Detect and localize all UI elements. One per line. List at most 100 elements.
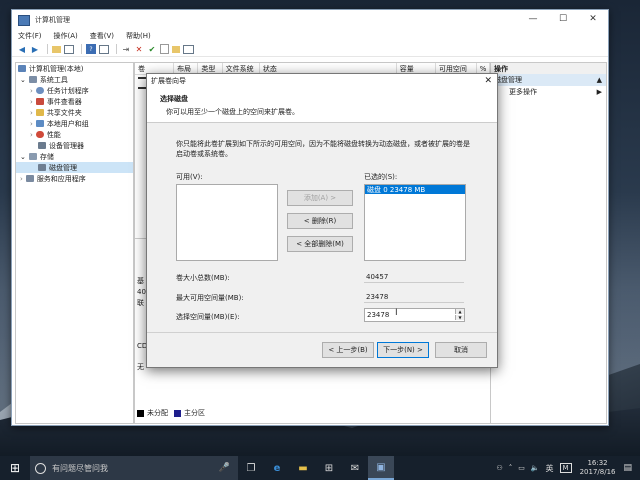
menu-action[interactable]: 操作(A) [54,31,78,41]
actions-more-label: 更多操作 [509,88,537,96]
windows-logo-icon: ⊞ [9,461,21,475]
select-space-stepper[interactable]: 23478 I ▲ ▼ [364,308,465,322]
search-folder-icon[interactable] [172,45,180,53]
menu-view[interactable]: 查看(V) [90,31,114,41]
selected-disk-item[interactable]: 磁盘 0 23478 MB [365,185,465,194]
expand-arrow-icon[interactable]: › [30,98,33,106]
disk-size-fragment: 40 [137,288,146,296]
file-explorer-icon[interactable]: ▬ [290,456,316,480]
actions-more[interactable]: 更多操作 ▶ [491,86,606,98]
show-tree-icon[interactable] [64,44,74,54]
menu-file[interactable]: 文件(F) [18,31,42,41]
console-icon[interactable] [183,44,194,54]
select-space-label: 选择空间量(MB)(E): [176,313,240,321]
tree-item-services[interactable]: › 服务和应用程序 [16,173,133,184]
properties-icon[interactable] [160,44,169,54]
tree-item-root[interactable]: 计算机管理(本地) [16,63,133,74]
actions-pane: 操作 磁盘管理 ▲ 更多操作 ▶ [490,62,607,424]
ime-mode-icon[interactable]: M [559,463,572,473]
wizard-titlebar[interactable]: 扩展卷向导 ✕ [147,74,497,88]
clock[interactable]: 16:32 2017/8/16 [580,459,616,477]
services-icon [25,175,34,182]
navigation-tree: 计算机管理(本地) ⌄ 系统工具 › 任务计划程序 › 事件查看器 › 共享文件… [15,62,134,424]
clock-date: 2017/8/16 [579,468,616,476]
close-button[interactable]: ✕ [578,10,608,28]
minimize-button[interactable]: — [518,10,548,28]
disk-row-fragment: 基 40 联 [137,276,146,309]
add-button[interactable]: 添加(A) > [287,190,353,206]
computer-icon [18,65,26,72]
cancel-button[interactable]: 取消 [435,342,487,358]
total-size-value: 40457 [364,271,464,283]
tree-item-performance[interactable]: › 性能 [16,129,133,140]
back-arrow-icon[interactable]: ◀ [17,44,27,54]
show-hidden-icons-icon[interactable]: ˄ [509,464,513,472]
task-view-icon[interactable]: ❐ [238,456,264,480]
select-space-input[interactable]: 23478 [367,311,389,319]
expand-arrow-icon[interactable]: › [30,131,33,139]
cortana-search-box[interactable]: 有问题尽管问我 🎤 [30,456,238,480]
stepper-up-icon[interactable]: ▲ [455,309,464,314]
tree-label: 存储 [39,152,54,161]
tree-label: 任务计划程序 [46,86,89,95]
action-center-icon[interactable]: ▤ [623,463,632,473]
available-label: 可用(V): [176,173,203,181]
tree-label: 计算机管理(本地) [29,64,84,73]
input-method-indicator[interactable]: 英 [546,463,554,474]
tree-item-device-manager[interactable]: 设备管理器 [16,140,133,151]
expand-arrow-icon[interactable]: › [30,87,33,95]
volume-icon[interactable]: 🔈 [531,464,540,472]
expand-arrow-icon[interactable]: › [30,109,33,117]
tree-item-event-viewer[interactable]: › 事件查看器 [16,96,133,107]
people-icon[interactable]: ⚇ [496,464,502,472]
clock-time: 16:32 [587,459,608,467]
tree-item-task-scheduler[interactable]: › 任务计划程序 [16,85,133,96]
performance-icon [35,131,44,138]
selected-label: 已选的(S): [364,173,398,181]
toolbar-separator [81,44,82,54]
maximize-button[interactable]: ☐ [548,10,578,28]
help-icon[interactable]: ? [86,44,96,54]
tree-item-shared-folders[interactable]: › 共享文件夹 [16,107,133,118]
menu-help[interactable]: 帮助(H) [126,31,151,41]
up-folder-icon[interactable] [52,45,61,53]
check-icon[interactable]: ✔ [147,44,157,54]
tree-item-disk-management[interactable]: 磁盘管理 [16,162,133,173]
collapse-up-icon[interactable]: ▲ [597,76,602,84]
start-button[interactable]: ⊞ [0,456,30,480]
forward-arrow-icon[interactable]: ▶ [30,44,40,54]
computer-management-icon [18,14,30,26]
network-icon[interactable]: ▭ [518,464,525,472]
collapse-arrow-icon[interactable]: ⌄ [20,76,26,84]
available-disks-list[interactable] [176,184,278,261]
expand-arrow-icon[interactable]: › [20,175,23,183]
tree-label: 系统工具 [39,75,68,84]
microphone-icon[interactable]: 🎤 [219,463,230,473]
tree-item-system-tools[interactable]: ⌄ 系统工具 [16,74,133,85]
edge-browser-icon[interactable]: e [264,456,290,480]
computer-management-taskbar-icon[interactable]: ▣ [368,456,394,480]
connect-icon[interactable]: ⇥ [121,44,131,54]
expand-arrow-icon[interactable]: › [30,120,33,128]
tree-item-local-users[interactable]: › 本地用户和组 [16,118,133,129]
delete-icon[interactable]: ✕ [134,44,144,54]
mail-icon[interactable]: ✉ [342,456,368,480]
back-button[interactable]: < 上一步(B) [322,342,374,358]
shared-folder-icon [35,109,44,116]
toolbar: ◀ ▶ ? ⇥ ✕ ✔ [12,42,608,57]
tree-label: 事件查看器 [46,97,82,106]
next-button[interactable]: 下一步(N) > [377,342,429,358]
collapse-arrow-icon[interactable]: ⌄ [20,153,26,161]
clock-icon [35,87,44,94]
stepper-down-icon[interactable]: ▼ [455,315,464,320]
actions-section-disk-management[interactable]: 磁盘管理 ▲ [491,74,606,86]
text-cursor-icon: I [395,308,398,318]
store-icon[interactable]: ⊞ [316,456,342,480]
list-view-icon[interactable] [99,44,109,54]
legend-primary-swatch [174,409,181,417]
selected-disks-list[interactable]: 磁盘 0 23478 MB [364,184,466,261]
remove-all-button[interactable]: < 全部删除(M) [287,236,353,252]
remove-button[interactable]: < 删除(R) [287,213,353,229]
wizard-close-button[interactable]: ✕ [484,76,492,86]
tree-item-storage[interactable]: ⌄ 存储 [16,151,133,162]
